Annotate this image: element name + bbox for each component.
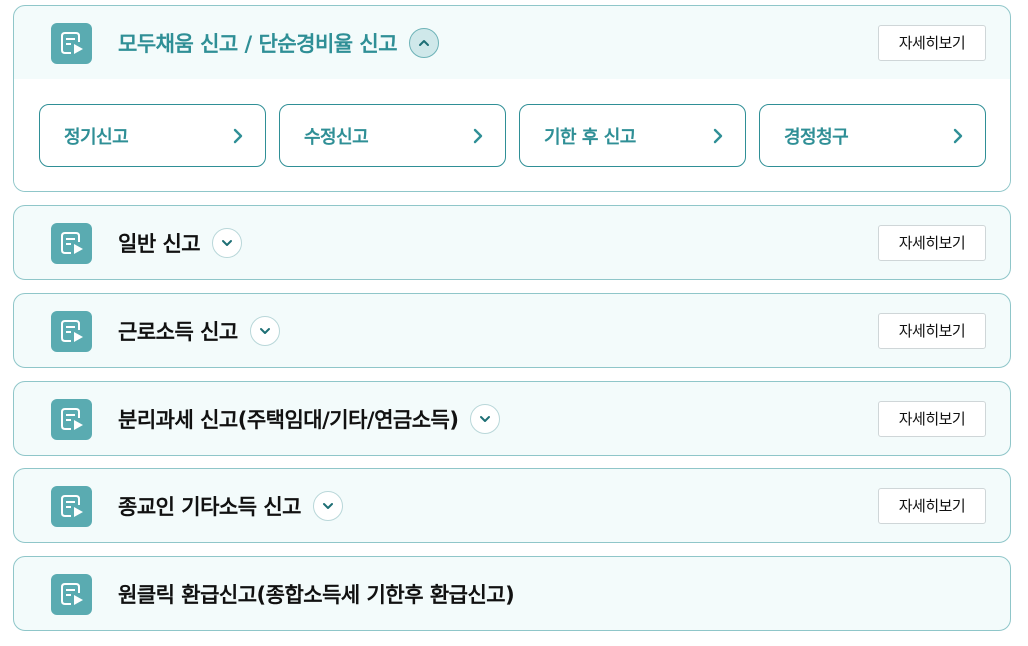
section-title: 모두채움 신고 / 단순경비율 신고 <box>118 27 440 58</box>
detail-button[interactable]: 자세히보기 <box>878 400 986 437</box>
detail-button[interactable]: 자세히보기 <box>878 487 986 524</box>
document-icon <box>51 22 92 64</box>
document-icon <box>51 398 92 440</box>
sub-item-amended-filing[interactable]: 수정신고 <box>279 104 506 167</box>
document-icon <box>51 222 92 264</box>
sub-item-label: 기한 후 신고 <box>544 126 636 148</box>
document-icon <box>51 573 92 615</box>
chevron-right-icon <box>713 128 723 143</box>
section-title: 근로소득 신고 <box>118 315 280 346</box>
sub-item-label: 수정신고 <box>304 126 369 148</box>
section-title: 일반 신고 <box>118 227 243 258</box>
section-title-text: 근로소득 신고 <box>118 319 238 344</box>
section-header[interactable]: 일반 신고 자세히보기 <box>14 206 1010 279</box>
section-header[interactable]: 분리과세 신고(주택임대/기타/연금소득) 자세히보기 <box>14 382 1010 455</box>
section-header[interactable]: 종교인 기타소득 신고 자세히보기 <box>14 469 1010 542</box>
section-title: 원클릭 환급신고(종합소득세 기한후 환급신고) <box>118 579 515 609</box>
chevron-down-icon[interactable] <box>249 315 280 346</box>
section-title-text: 모두채움 신고 / 단순경비율 신고 <box>118 31 398 56</box>
section-header[interactable]: 근로소득 신고 자세히보기 <box>14 294 1010 367</box>
sub-item-regular-filing[interactable]: 정기신고 <box>39 104 266 167</box>
chevron-right-icon <box>233 128 243 143</box>
chevron-down-icon[interactable] <box>470 403 501 434</box>
document-icon <box>51 485 92 527</box>
chevron-down-icon[interactable] <box>212 227 243 258</box>
section-title-text: 분리과세 신고(주택임대/기타/연금소득) <box>118 407 459 432</box>
chevron-right-icon <box>953 128 963 143</box>
sub-item-correction-claim[interactable]: 경정청구 <box>759 104 986 167</box>
section-simple-filing: 모두채움 신고 / 단순경비율 신고 자세히보기 정기신고 수정신고 기한 후 … <box>13 5 1011 192</box>
section-religious-income-filing: 종교인 기타소득 신고 자세히보기 <box>13 468 1011 543</box>
section-separate-taxation-filing: 분리과세 신고(주택임대/기타/연금소득) 자세히보기 <box>13 381 1011 456</box>
section-earned-income-filing: 근로소득 신고 자세히보기 <box>13 293 1011 368</box>
chevron-right-icon <box>473 128 483 143</box>
sub-menu: 정기신고 수정신고 기한 후 신고 경정청구 <box>14 79 1010 191</box>
section-title: 종교인 기타소득 신고 <box>118 490 344 521</box>
document-icon <box>51 310 92 352</box>
sub-item-late-filing[interactable]: 기한 후 신고 <box>519 104 746 167</box>
detail-button[interactable]: 자세히보기 <box>878 224 986 261</box>
section-title: 분리과세 신고(주택임대/기타/연금소득) <box>118 403 501 434</box>
detail-button[interactable]: 자세히보기 <box>878 312 986 349</box>
section-header[interactable]: 모두채움 신고 / 단순경비율 신고 자세히보기 <box>14 6 1010 79</box>
section-one-click-refund[interactable]: 원클릭 환급신고(종합소득세 기한후 환급신고) <box>13 556 1011 631</box>
section-header[interactable]: 원클릭 환급신고(종합소득세 기한후 환급신고) <box>14 557 1010 630</box>
section-title-text: 종교인 기타소득 신고 <box>118 494 302 519</box>
section-general-filing: 일반 신고 자세히보기 <box>13 205 1011 280</box>
sub-item-label: 경정청구 <box>784 126 849 148</box>
tax-filing-accordion: 모두채움 신고 / 단순경비율 신고 자세히보기 정기신고 수정신고 기한 후 … <box>0 0 1028 646</box>
detail-button[interactable]: 자세히보기 <box>878 24 986 61</box>
sub-item-label: 정기신고 <box>64 126 129 148</box>
section-title-text: 일반 신고 <box>118 231 201 256</box>
section-title-text: 원클릭 환급신고(종합소득세 기한후 환급신고) <box>118 582 515 607</box>
chevron-up-icon[interactable] <box>409 27 440 58</box>
chevron-down-icon[interactable] <box>313 490 344 521</box>
